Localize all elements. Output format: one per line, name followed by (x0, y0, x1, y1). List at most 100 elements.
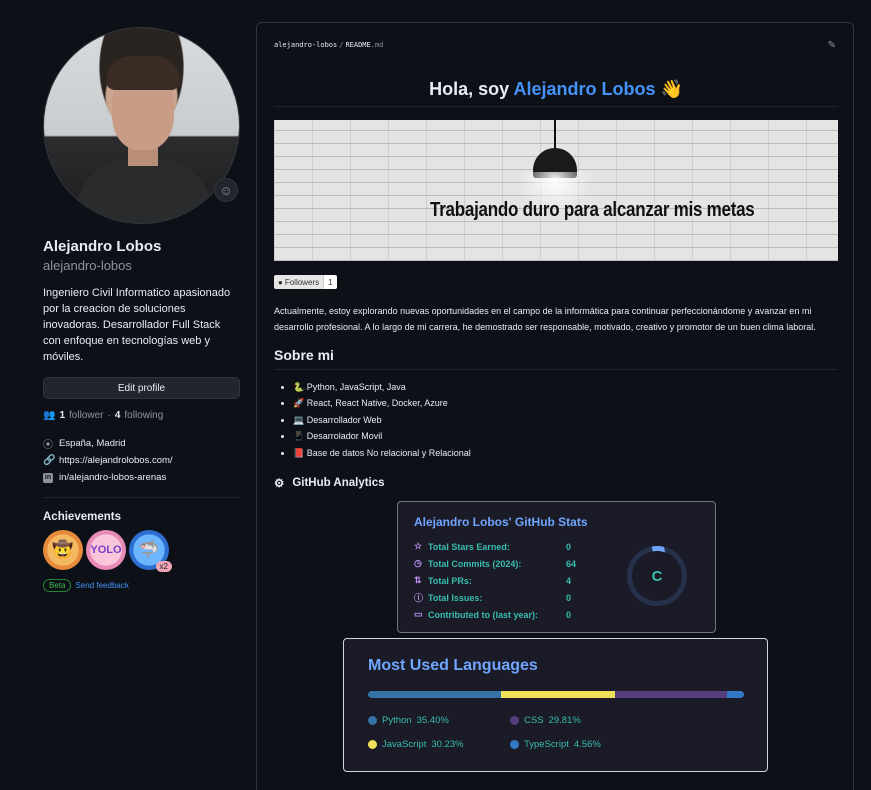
profile-username: alejandro-lobos (43, 258, 132, 273)
readme-path-user[interactable]: alejandro-lobos (274, 41, 337, 49)
followers-count[interactable]: 1 (59, 410, 65, 421)
readme-panel: alejandro-lobos / README .md ✎ Hola, soy… (256, 22, 854, 790)
stat-row: ⇅ Total PRs: 4 (414, 572, 576, 589)
badge-count: x2 (155, 561, 172, 572)
followers-badge-label-wrap: ● Followers (274, 275, 324, 289)
followers-badge-label: Followers (284, 277, 320, 287)
following-link[interactable]: following (124, 410, 163, 421)
avatar-wrapper: ☺ (43, 27, 240, 224)
analytics-heading-text: GitHub Analytics (292, 477, 385, 489)
smiley-icon: ☺ (219, 182, 233, 198)
language-item: TypeScript 4.56% (510, 739, 601, 750)
language-name: JavaScript (382, 739, 427, 750)
language-percent: 30.23% (431, 739, 464, 750)
readme-title: Hola, soy Alejandro Lobos 👋 (274, 79, 838, 107)
issue-icon: ⓘ (414, 593, 424, 603)
edit-profile-button[interactable]: Edit profile (43, 377, 240, 399)
language-item: Python 35.40% (368, 715, 449, 726)
profile-meta: ⦿ España, Madrid 🔗 https://alejandrolobo… (43, 435, 240, 486)
readme-path-separator: / (339, 41, 344, 49)
stats-rows: ☆ Total Stars Earned: 0 ◷ Total Commits … (414, 538, 576, 623)
stat-value: 0 (566, 541, 572, 552)
github-stats-card[interactable]: Alejandro Lobos' GitHub Stats ☆ Total St… (397, 501, 716, 633)
set-status-button[interactable]: ☺ (214, 178, 238, 202)
banner-text: Trabajando duro para alcanzar mis metas (430, 199, 755, 221)
languages-bar (368, 691, 744, 698)
list-item: 🐍 Python, JavaScript, Java (293, 379, 471, 395)
lamp-cord (554, 120, 556, 150)
stat-value: 64 (566, 558, 577, 569)
website-link[interactable]: https://alejandrolobos.com/ (59, 455, 173, 466)
stat-row: ◷ Total Commits (2024): 64 (414, 555, 576, 572)
readme-path: alejandro-lobos / README .md (257, 23, 853, 67)
follow-stats: 👥 1 follower · 4 following (43, 410, 164, 421)
linkedin-icon: in (43, 472, 53, 483)
language-dot (368, 740, 377, 749)
readme-paragraph: Actualmente, estoy explorando nuevas opo… (274, 306, 816, 332)
send-feedback-link[interactable]: Send feedback (75, 581, 128, 590)
profile-fullname: Alejandro Lobos (43, 238, 162, 255)
language-dot (510, 716, 519, 725)
about-heading: Sobre mi (274, 347, 838, 370)
location-item: ⦿ España, Madrid (43, 435, 240, 452)
profile-sidebar: ☺ Alejandro Lobos alejandro-lobos Ingeni… (43, 27, 240, 592)
location-text: España, Madrid (59, 438, 126, 449)
stat-label: Total PRs: (428, 575, 472, 586)
language-name: Python (382, 715, 412, 726)
cowboy-icon: 🤠 (52, 540, 74, 559)
link-icon: 🔗 (43, 455, 56, 466)
language-dot (368, 716, 377, 725)
achievement-badge-shark[interactable]: 🦈 x2 (129, 530, 172, 572)
linkedin-item: in in/alejandro-lobos-arenas (43, 469, 240, 486)
languages-card[interactable]: Most Used Languages Python 35.40% CSS 29… (343, 638, 768, 772)
languages-title: Most Used Languages (368, 657, 538, 674)
following-count[interactable]: 4 (115, 410, 121, 421)
grade-letter: C (651, 567, 663, 585)
language-name: CSS (524, 715, 544, 726)
achievements-title[interactable]: Achievements (43, 511, 240, 523)
language-percent: 29.81% (548, 715, 581, 726)
followers-badge-count: 1 (323, 275, 337, 289)
achievement-badge-cowboy[interactable]: 🤠 (43, 530, 83, 570)
divider (43, 497, 240, 498)
language-bar-segment (501, 691, 615, 698)
about-list: 🐍 Python, JavaScript, Java 🚀 React, Reac… (293, 379, 471, 461)
list-item: 📱 Desarrolador Movil (293, 428, 471, 444)
location-pin-icon: ⦿ (43, 440, 53, 451)
language-bar-segment (726, 691, 744, 698)
clock-icon: ◷ (414, 558, 422, 568)
edit-readme-pencil-icon[interactable]: ✎ (828, 40, 836, 51)
language-name: TypeScript (524, 739, 569, 750)
website-item: 🔗 https://alejandrolobos.com/ (43, 452, 240, 469)
star-icon: ☆ (414, 541, 423, 551)
avatar[interactable] (43, 27, 240, 224)
followers-shield-badge[interactable]: ● Followers 1 (274, 275, 337, 289)
language-item: JavaScript 30.23% (368, 739, 464, 750)
language-bar-segment (614, 691, 727, 698)
stat-row: ⓘ Total Issues: 0 (414, 589, 576, 606)
pull-request-icon: ⇅ (414, 575, 422, 585)
analytics-heading: ⚙ GitHub Analytics (274, 476, 385, 490)
stat-row: ☆ Total Stars Earned: 0 (414, 538, 576, 555)
stat-label: Total Commits (2024): (428, 558, 522, 569)
linkedin-link[interactable]: in/alejandro-lobos-arenas (59, 472, 166, 483)
readme-title-prefix: Hola, soy (429, 79, 514, 99)
list-item: 📕 Base de datos No relacional y Relacion… (293, 445, 471, 461)
stat-label: Total Issues: (428, 592, 483, 603)
gear-icon: ⚙ (274, 478, 285, 490)
readme-path-file[interactable]: README (345, 41, 370, 49)
readme-path-ext: .md (370, 41, 384, 49)
shark-icon: 🦈 (138, 540, 160, 559)
beta-label: Beta (43, 579, 72, 592)
stat-label: Contributed to (last year): (428, 609, 539, 620)
language-item: CSS 29.81% (510, 715, 581, 726)
list-item: 🚀 React, React Native, Docker, Azure (293, 395, 471, 411)
followers-link[interactable]: follower (69, 410, 103, 421)
list-item: 💻 Desarrollador Web (293, 412, 471, 428)
stat-value: 0 (566, 609, 572, 620)
stat-row: ▭ Contributed to (last year): 0 (414, 606, 576, 623)
achievement-badges: 🤠 YOLO 🦈 x2 (43, 530, 240, 572)
github-icon: ● (278, 277, 283, 287)
achievement-badge-yolo[interactable]: YOLO (86, 530, 126, 570)
wave-icon: 👋 (660, 79, 683, 99)
